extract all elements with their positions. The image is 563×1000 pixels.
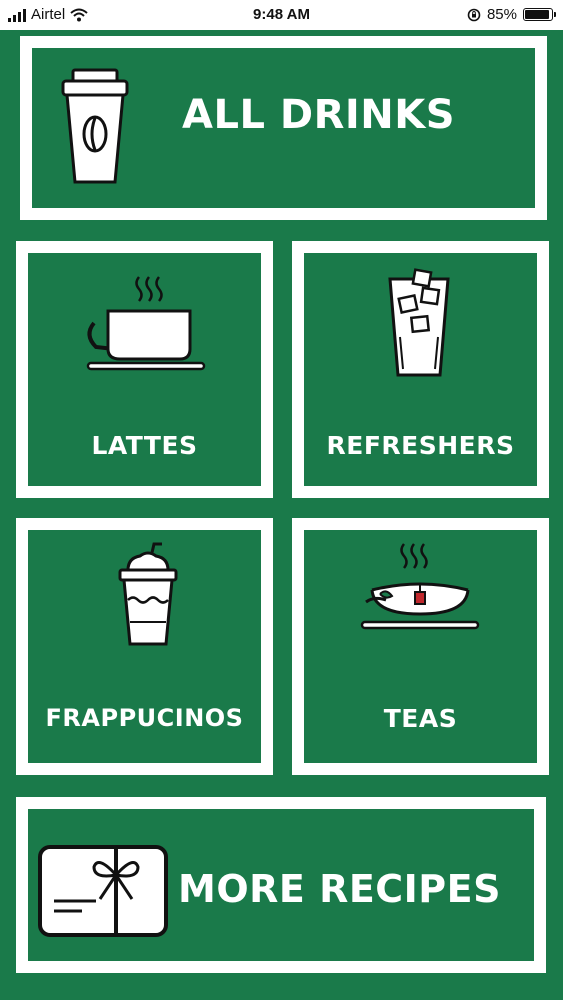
lattes-label: LATTES	[91, 431, 198, 460]
orientation-lock-icon	[467, 8, 481, 21]
all-drinks-label: ALL DRINKS	[182, 92, 456, 138]
gift-card-icon	[38, 845, 168, 937]
all-drinks-tile[interactable]: ALL DRINKS	[20, 36, 547, 220]
latte-cup-icon	[86, 276, 206, 371]
tea-cup-icon	[360, 543, 480, 630]
frappuccino-icon	[118, 542, 178, 646]
teas-label: TEAS	[383, 704, 458, 733]
coffee-cup-icon	[61, 68, 129, 184]
iced-glass-icon	[388, 268, 450, 377]
battery-icon	[523, 8, 556, 21]
battery-percent: 85%	[486, 6, 517, 23]
more-recipes-label: MORE RECIPES	[178, 867, 501, 911]
more-recipes-tile[interactable]: MORE RECIPES	[16, 797, 546, 973]
status-right: 85%	[467, 6, 556, 23]
frappucinos-tile[interactable]: FRAPPUCINOS	[16, 518, 273, 775]
refreshers-tile[interactable]: REFRESHERS	[292, 241, 549, 498]
lattes-tile[interactable]: LATTES	[16, 241, 273, 498]
teas-tile[interactable]: TEAS	[292, 518, 549, 775]
status-bar: Airtel 9:48 AM 85%	[0, 0, 563, 30]
frappucinos-label: FRAPPUCINOS	[45, 704, 244, 732]
refreshers-label: REFRESHERS	[326, 431, 515, 460]
